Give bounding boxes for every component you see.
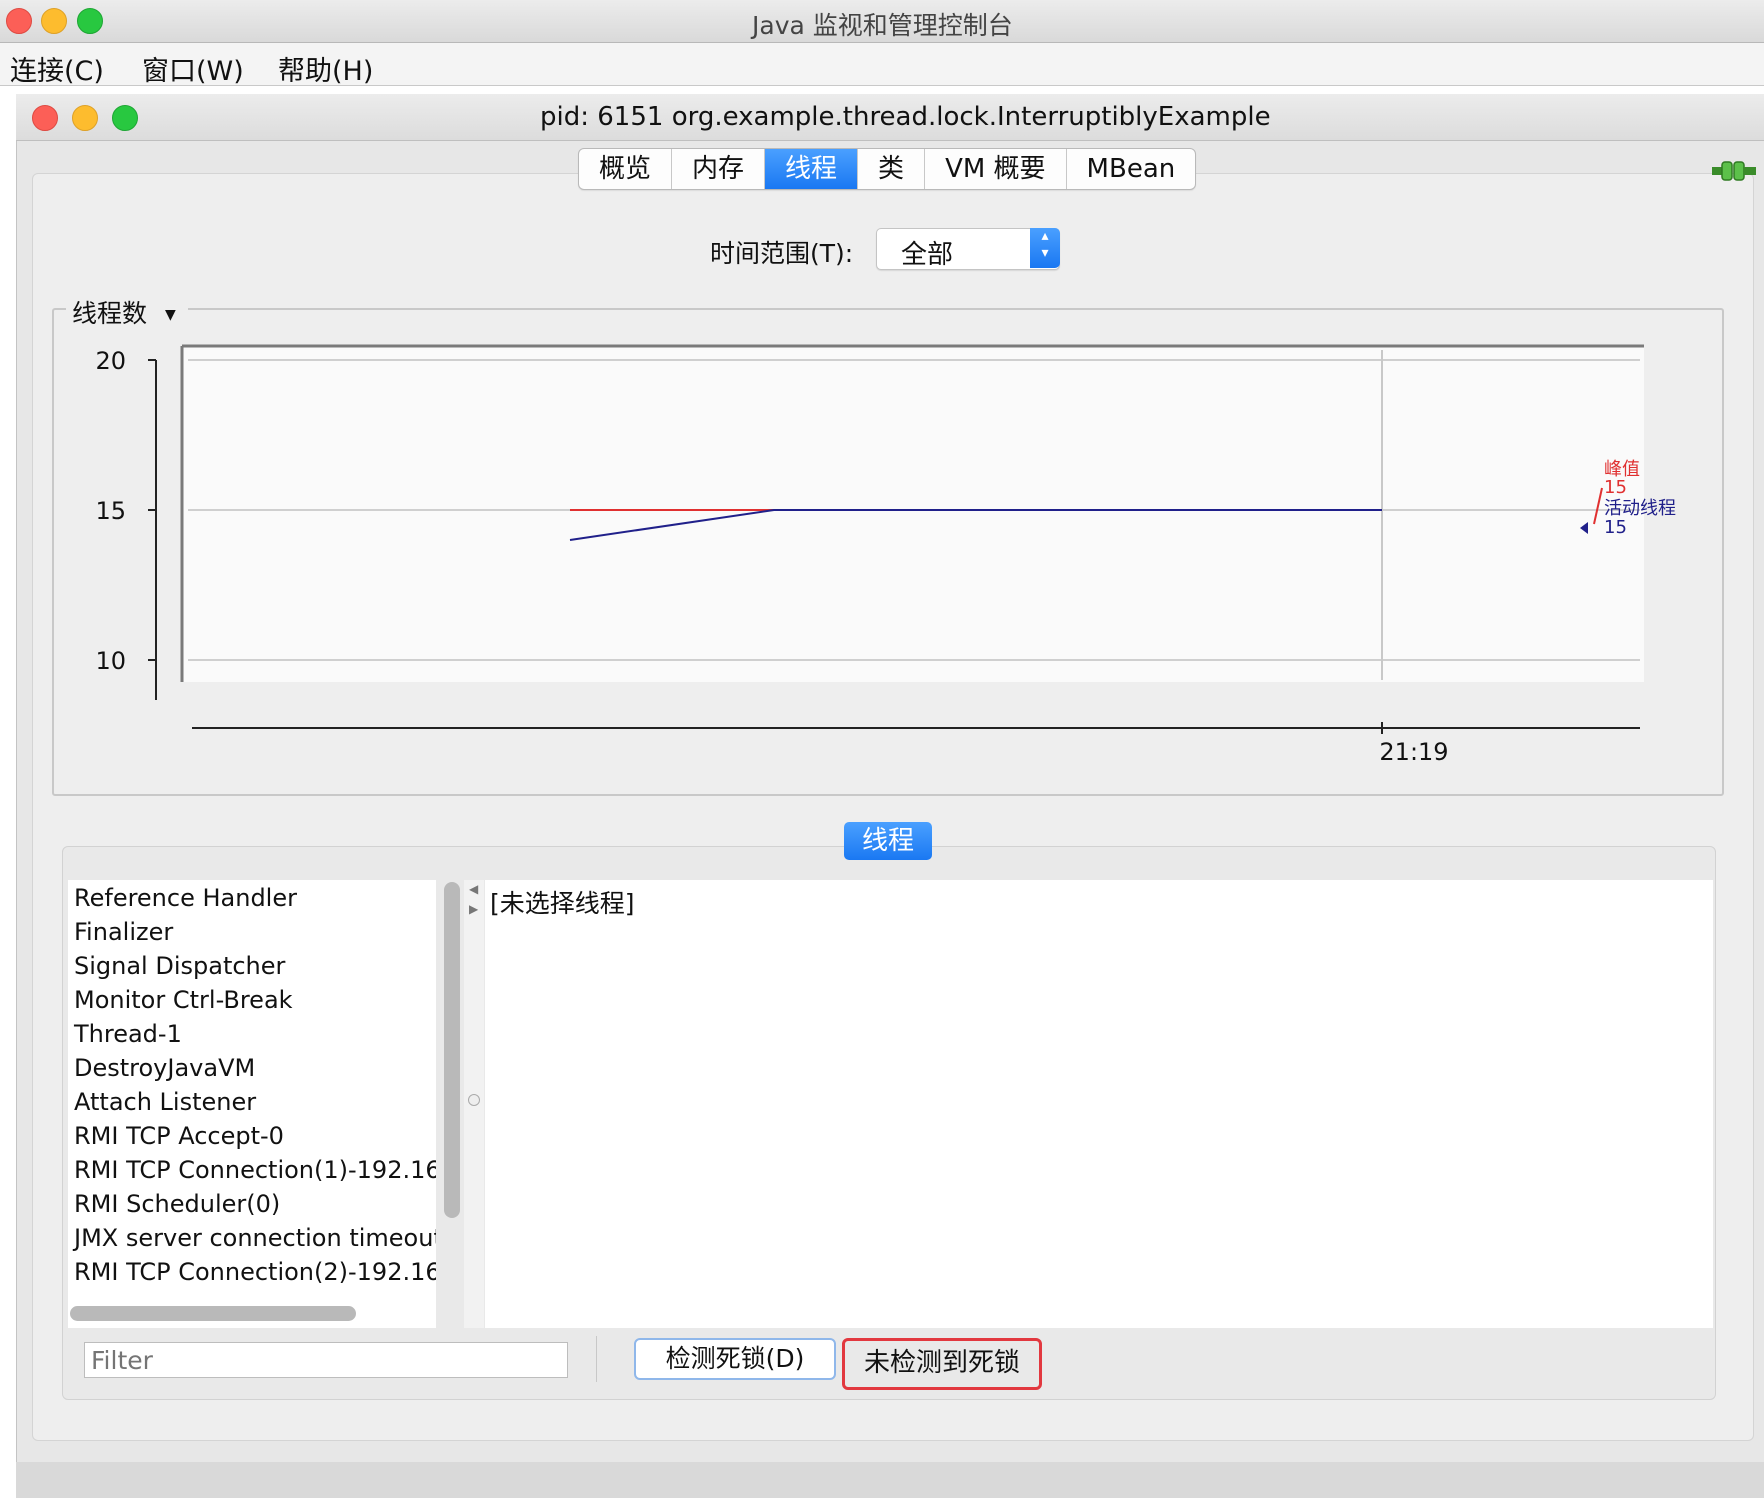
tab-memory[interactable]: 内存 (672, 149, 766, 189)
x-tick-label: 21:19 (1379, 738, 1448, 766)
tab-overview[interactable]: 概览 (579, 149, 673, 189)
thread-list-item[interactable]: Finalizer (74, 918, 173, 946)
thread-list-item[interactable]: RMI TCP Connection(1)-192.16 (74, 1156, 436, 1184)
tab-threads[interactable]: 线程 (765, 149, 859, 189)
thread-list-item[interactable]: RMI TCP Accept-0 (74, 1122, 284, 1150)
thread-list-item[interactable]: DestroyJavaVM (74, 1054, 255, 1082)
thread-list-item[interactable]: Attach Listener (74, 1088, 256, 1116)
split-left-arrow-icon[interactable]: ◀ (469, 882, 478, 896)
y-tick-label: 15 (95, 497, 126, 525)
y-tick-label: 10 (95, 647, 126, 675)
app-titlebar: Java 监视和管理控制台 (0, 0, 1764, 43)
tab-classes[interactable]: 类 (858, 149, 926, 189)
menu-connect[interactable]: 连接(C) (10, 49, 104, 88)
thread-list-item[interactable]: Monitor Ctrl-Break (74, 986, 293, 1014)
thread-list-item[interactable]: Signal Dispatcher (74, 952, 285, 980)
legend-peak-value: 15 (1604, 477, 1627, 498)
thread-list-item[interactable]: Thread-1 (74, 1020, 182, 1048)
frame-title: pid: 6151 org.example.thread.lock.Interr… (540, 102, 1271, 132)
deadlock-status-label: 未检测到死锁 (842, 1338, 1042, 1390)
thread-count-chart: 20151021:19 峰值 15 活动线程 15 (95, 344, 1676, 766)
thread-list-item[interactable]: JMX server connection timeout 1 (74, 1224, 436, 1252)
thread-list-vertical-scrollbar[interactable] (444, 882, 460, 1218)
connection-status-icon (1712, 161, 1756, 181)
thread-list-item[interactable]: RMI TCP Connection(2)-192.16 (74, 1258, 436, 1286)
minimize-frame-button[interactable] (72, 105, 98, 131)
thread-list[interactable]: Reference Handler Finalizer Signal Dispa… (68, 880, 436, 1328)
y-tick-label: 20 (95, 347, 126, 375)
chevron-updown-icon: ▴ ▾ (1030, 228, 1060, 268)
threads-panel-title: 线程 (844, 822, 932, 860)
toolbar-divider (596, 1336, 597, 1382)
thread-list-item[interactable]: Reference Handler (74, 884, 297, 912)
detect-deadlock-button[interactable]: 检测死锁(D) (634, 1338, 836, 1380)
thread-detail-area[interactable] (485, 880, 1713, 1328)
thread-filter-input[interactable] (84, 1342, 568, 1378)
split-pane-divider[interactable]: ◀ ▶ (464, 880, 484, 1328)
app-title: Java 监视和管理控制台 (752, 11, 1013, 40)
legend-live-value: 15 (1604, 517, 1627, 538)
tab-vm-summary[interactable]: VM 概要 (925, 149, 1067, 189)
chart-selector[interactable]: 线程数 ▼ (66, 294, 188, 330)
time-range-select[interactable]: 全部 ▴ ▾ (876, 228, 1060, 270)
tab-bar: 概览 内存 线程 类 VM 概要 MBean (578, 148, 1197, 190)
tab-mbeans[interactable]: MBean (1067, 149, 1196, 189)
time-range-label: 时间范围(T): (710, 239, 854, 268)
split-right-arrow-icon[interactable]: ▶ (469, 902, 478, 916)
time-range-value: 全部 (901, 240, 954, 270)
thread-list-item[interactable]: RMI Scheduler(0) (74, 1190, 280, 1218)
legend-live-name: 活动线程 (1604, 498, 1676, 519)
menu-help[interactable]: 帮助(H) (278, 49, 373, 88)
menu-bar: 连接(C) 窗口(W) 帮助(H) (0, 43, 1764, 88)
internal-frame-titlebar: pid: 6151 org.example.thread.lock.Interr… (16, 94, 1764, 141)
menu-window[interactable]: 窗口(W) (142, 49, 244, 88)
thread-list-horizontal-scrollbar[interactable] (70, 1306, 356, 1321)
minimize-window-button[interactable] (41, 8, 67, 34)
zoom-window-button[interactable] (77, 8, 103, 34)
close-window-button[interactable] (6, 8, 32, 34)
maximize-frame-button[interactable] (112, 105, 138, 131)
close-frame-button[interactable] (32, 105, 58, 131)
thread-detail-text: [未选择线程] (490, 889, 635, 918)
frame-bottom-strip (16, 1462, 1764, 1498)
chart-selector-label: 线程数 (72, 299, 148, 328)
caret-down-icon: ▼ (164, 307, 176, 323)
plot-area (182, 346, 1644, 682)
split-grip-icon[interactable] (468, 1094, 480, 1106)
